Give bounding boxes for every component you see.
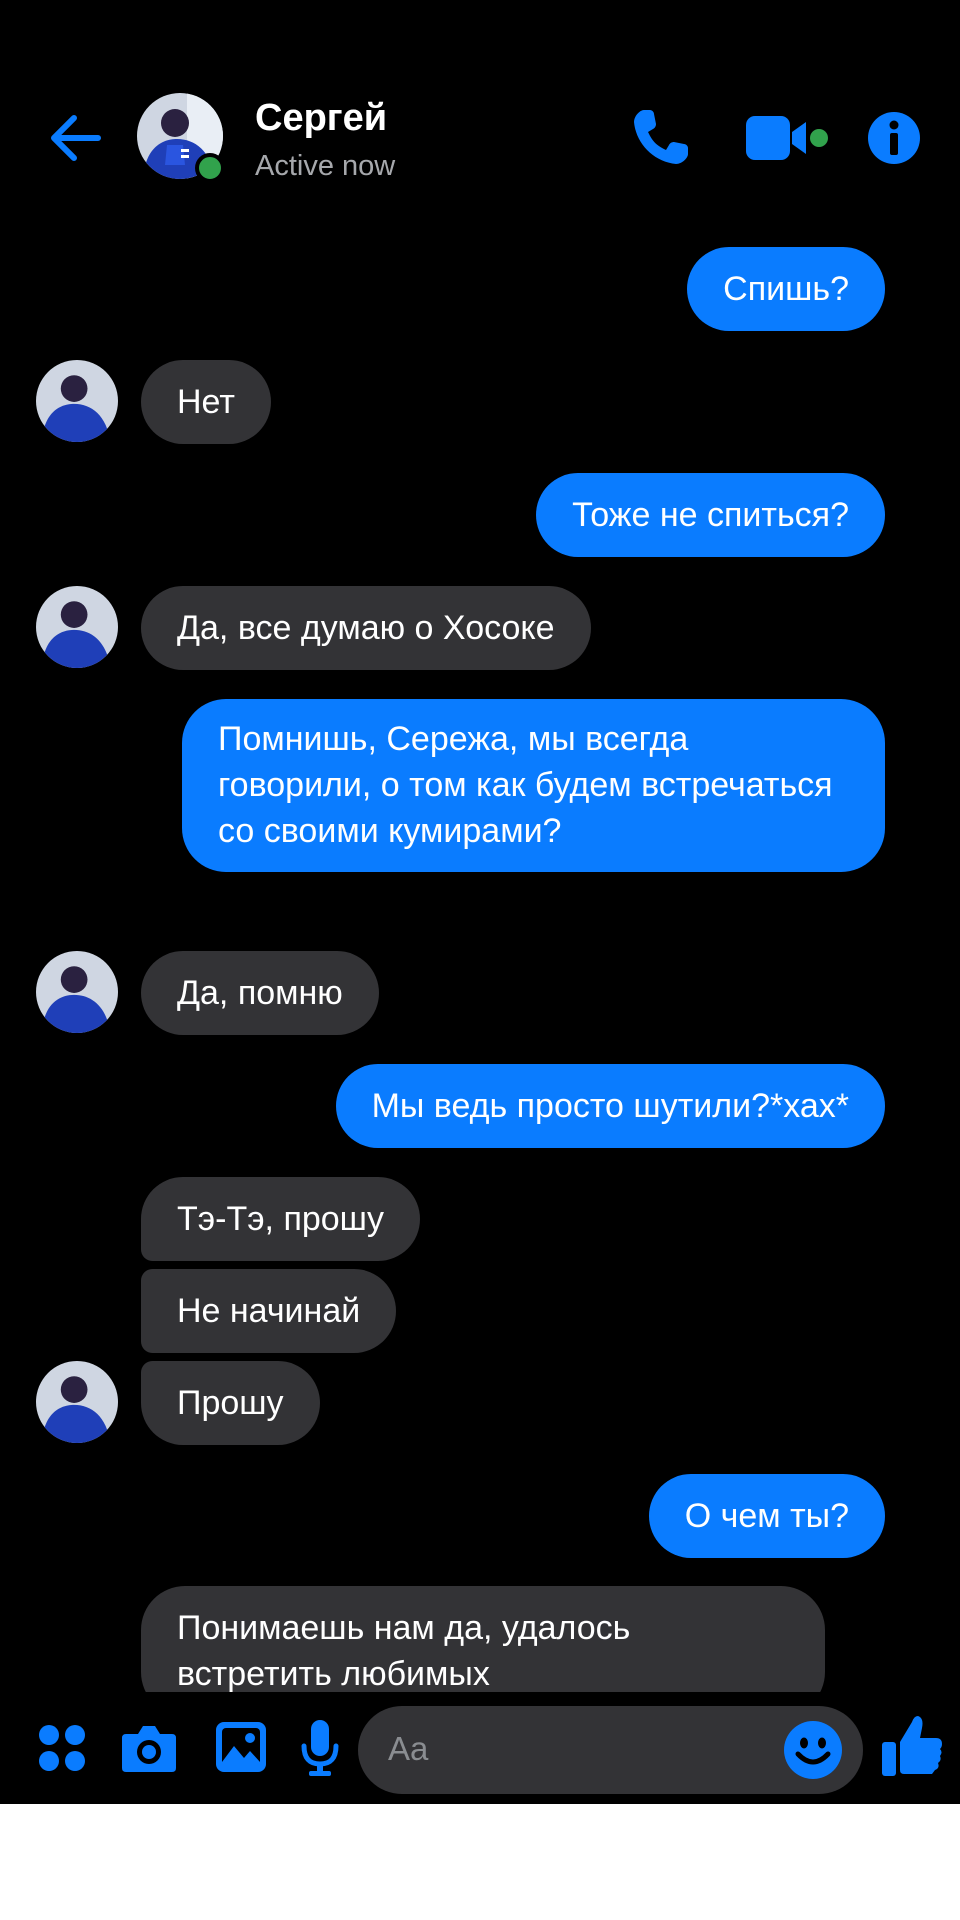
message-input-placeholder: Aa [388, 1730, 429, 1767]
phone-icon [634, 110, 688, 164]
arrow-left-icon [51, 115, 101, 161]
contact-status: Active now [255, 150, 396, 182]
sender-avatar [36, 586, 118, 668]
message-outgoing[interactable]: О чем ты? [648, 1474, 885, 1558]
camera-button[interactable] [120, 1720, 178, 1776]
messenger-chat-screen: Сергей Active now Спишь? Нет Тоже не спи… [0, 0, 960, 1804]
sender-avatar [36, 1361, 118, 1443]
message-outgoing[interactable]: Помнишь, Сережа, мы всегда говорили, о т… [182, 699, 885, 872]
camera-icon [122, 1726, 176, 1772]
message-incoming[interactable]: Да, все думаю о Хосоке [141, 586, 591, 670]
voice-call-button[interactable] [628, 104, 694, 170]
microphone-icon [301, 1720, 339, 1776]
image-icon [216, 1722, 266, 1772]
info-button[interactable] [866, 110, 922, 166]
message-incoming[interactable]: Тэ-Тэ, прошу [141, 1177, 420, 1261]
video-camera-icon [746, 116, 828, 160]
contact-name[interactable]: Сергей [255, 97, 387, 140]
sender-avatar [36, 951, 118, 1033]
video-call-button[interactable] [744, 110, 828, 166]
emoji-icon [784, 1721, 842, 1779]
gallery-button[interactable] [214, 1720, 268, 1774]
back-button[interactable] [44, 106, 108, 170]
apps-button[interactable] [36, 1722, 88, 1774]
message-incoming[interactable]: Нет [141, 360, 271, 444]
message-composer: Aa [0, 1692, 960, 1804]
contact-avatar[interactable] [137, 93, 225, 183]
message-list: Спишь? Нет Тоже не спиться? Да, все дума… [0, 230, 960, 1692]
message-outgoing[interactable]: Мы ведь просто шутили?*хах* [335, 1064, 885, 1148]
voice-message-button[interactable] [300, 1718, 340, 1778]
message-incoming[interactable]: Понимаешь нам да, удалось встретить люби… [141, 1586, 825, 1692]
message-incoming[interactable]: Да, помню [141, 951, 379, 1035]
message-outgoing[interactable]: Спишь? [687, 247, 885, 331]
info-icon [868, 112, 920, 164]
thumbs-up-icon [882, 1716, 942, 1776]
like-button[interactable] [880, 1712, 944, 1778]
message-input[interactable]: Aa [358, 1706, 863, 1794]
chat-header: Сергей Active now [0, 0, 960, 230]
message-incoming[interactable]: Не начинай [141, 1269, 397, 1353]
online-indicator [195, 153, 225, 183]
message-incoming[interactable]: Прошу [141, 1361, 320, 1445]
apps-grid-icon [39, 1725, 85, 1771]
emoji-button[interactable] [783, 1720, 843, 1780]
sender-avatar [36, 360, 118, 442]
message-outgoing[interactable]: Тоже не спиться? [536, 473, 885, 557]
